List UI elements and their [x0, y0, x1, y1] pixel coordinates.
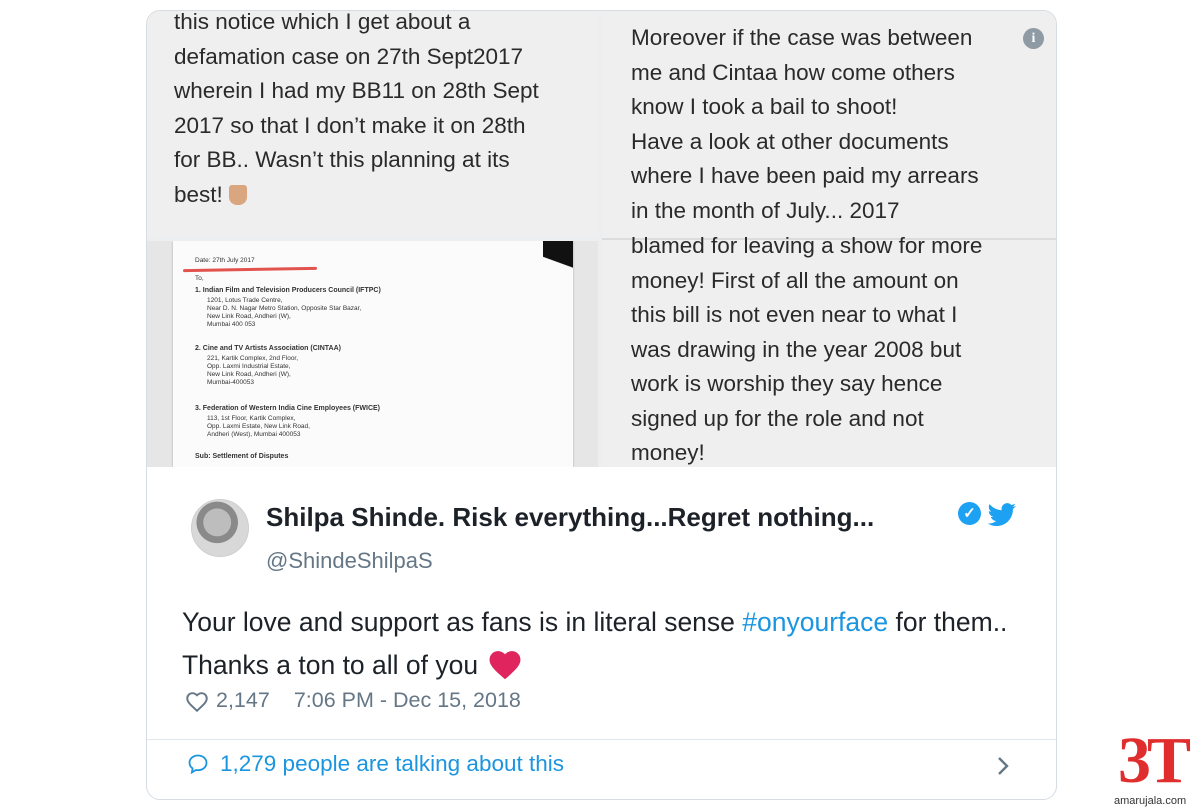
document-line: New Link Road, Andheri (W),: [207, 313, 291, 320]
media-panel-right[interactable]: i Moreover if the case was between me an…: [602, 11, 1056, 467]
document-line: Opp. Laxmi Estate, New Link Road,: [207, 423, 310, 430]
document-red-underline: [182, 266, 318, 273]
document-line: 3. Federation of Western India Cine Empl…: [195, 405, 381, 412]
amarujala-logo: 3T amarujala.com: [1112, 728, 1200, 810]
amarujala-logo-mark: 3T: [1118, 724, 1191, 797]
tweet-media[interactable]: this notice which I get about a defamati…: [147, 11, 1056, 467]
thumbs-down-emoji-icon: [228, 184, 247, 205]
conversation-count[interactable]: 1,279 people are talking about this: [220, 751, 564, 777]
document-line: Mumbai 400 053: [207, 321, 256, 328]
tweet-text: Your love and support as fans is in lite…: [182, 601, 1042, 687]
document-line: 2. Cine and TV Artists Association (CINT…: [195, 345, 341, 352]
document-line: New Link Road, Andheri (W),: [207, 371, 291, 378]
tweet-text-part: Your love and support as fans is in lite…: [182, 607, 743, 637]
tweet-card: this notice which I get about a defamati…: [146, 10, 1057, 800]
document-line: Andheri (West), Mumbai 400053: [207, 431, 301, 438]
avatar[interactable]: [191, 499, 249, 557]
like-count[interactable]: 2,147: [216, 688, 270, 713]
document-line: Opp. Laxmi Industrial Estate,: [207, 363, 291, 370]
document-line: 221, Kartik Complex, 2nd Floor,: [207, 355, 299, 362]
document-image: Date: 27th July 2017 To, 1. Indian Film …: [173, 241, 573, 467]
document-line: Mumbai-400053: [207, 379, 254, 386]
media-panel-bottom-left[interactable]: Date: 27th July 2017 To, 1. Indian Film …: [147, 241, 598, 467]
screenshot-text-right-top: Moreover if the case was between me and …: [631, 25, 979, 223]
author-handle[interactable]: @ShindeShilpaS: [266, 548, 433, 574]
divider: [147, 739, 1056, 740]
hashtag-link[interactable]: #onyourface: [742, 607, 888, 637]
document-line: 113, 1st Floor, Kartik Complex,: [207, 415, 296, 422]
document-shadow: [543, 241, 573, 296]
document-line: Sub: Settlement of Disputes: [195, 453, 289, 460]
verified-badge-icon: ✓: [958, 502, 981, 525]
red-heart-emoji-icon: [489, 651, 521, 680]
document-line: Near D. N. Nagar Metro Station, Opposite…: [207, 305, 362, 312]
twitter-bird-icon[interactable]: [985, 503, 1019, 527]
document-line: 1. Indian Film and Television Producers …: [195, 287, 381, 294]
amarujala-site-text: amarujala.com: [1114, 795, 1187, 807]
chevron-right-icon[interactable]: [993, 753, 1013, 779]
document-date: Date: 27th July 2017: [195, 257, 255, 264]
like-heart-icon[interactable]: [184, 689, 210, 713]
tweet-meta: 2,147 7:06 PM - Dec 15, 2018: [184, 688, 521, 713]
tweet-timestamp[interactable]: 7:06 PM - Dec 15, 2018: [294, 688, 521, 713]
author-name[interactable]: Shilpa Shinde. Risk everything...Regret …: [266, 502, 874, 533]
document-to: To,: [195, 275, 204, 282]
media-panel-top-left[interactable]: this notice which I get about a defamati…: [147, 11, 598, 237]
screenshot-text-top-left: this notice which I get about a defamati…: [174, 11, 539, 207]
reply-bubble-icon: [188, 754, 208, 775]
screenshot-text-right-bottom: blamed for leaving a show for more money…: [631, 233, 983, 465]
conversation-link[interactable]: 1,279 people are talking about this: [186, 751, 564, 777]
document-line: 1201, Lotus Trade Centre,: [207, 297, 283, 304]
